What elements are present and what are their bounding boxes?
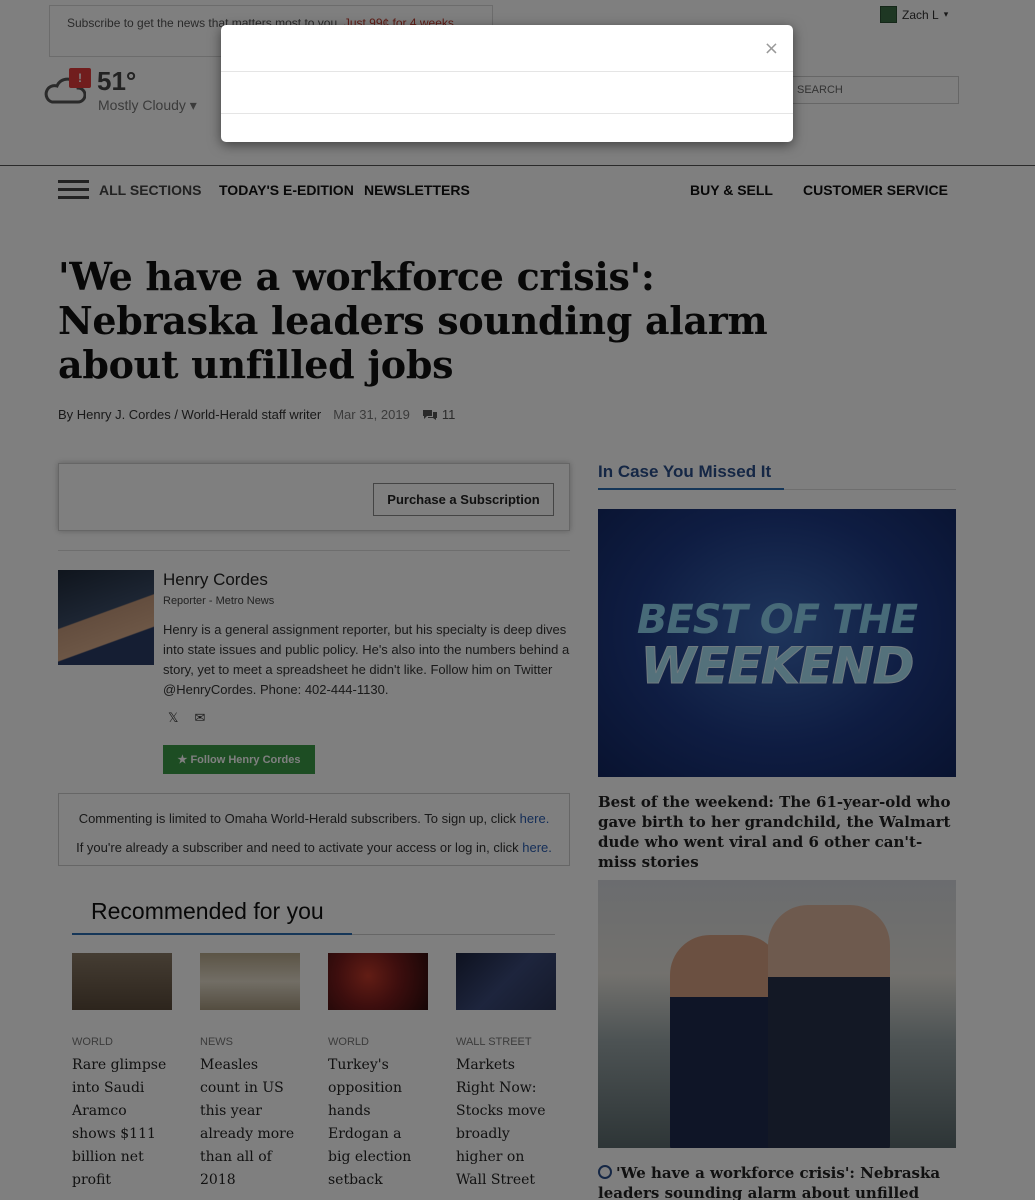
- modal-body: [221, 72, 793, 114]
- modal-header: [221, 25, 793, 72]
- modal-dialog: ×: [221, 25, 793, 142]
- modal-overlay[interactable]: [0, 0, 1035, 1200]
- close-icon[interactable]: ×: [764, 38, 779, 59]
